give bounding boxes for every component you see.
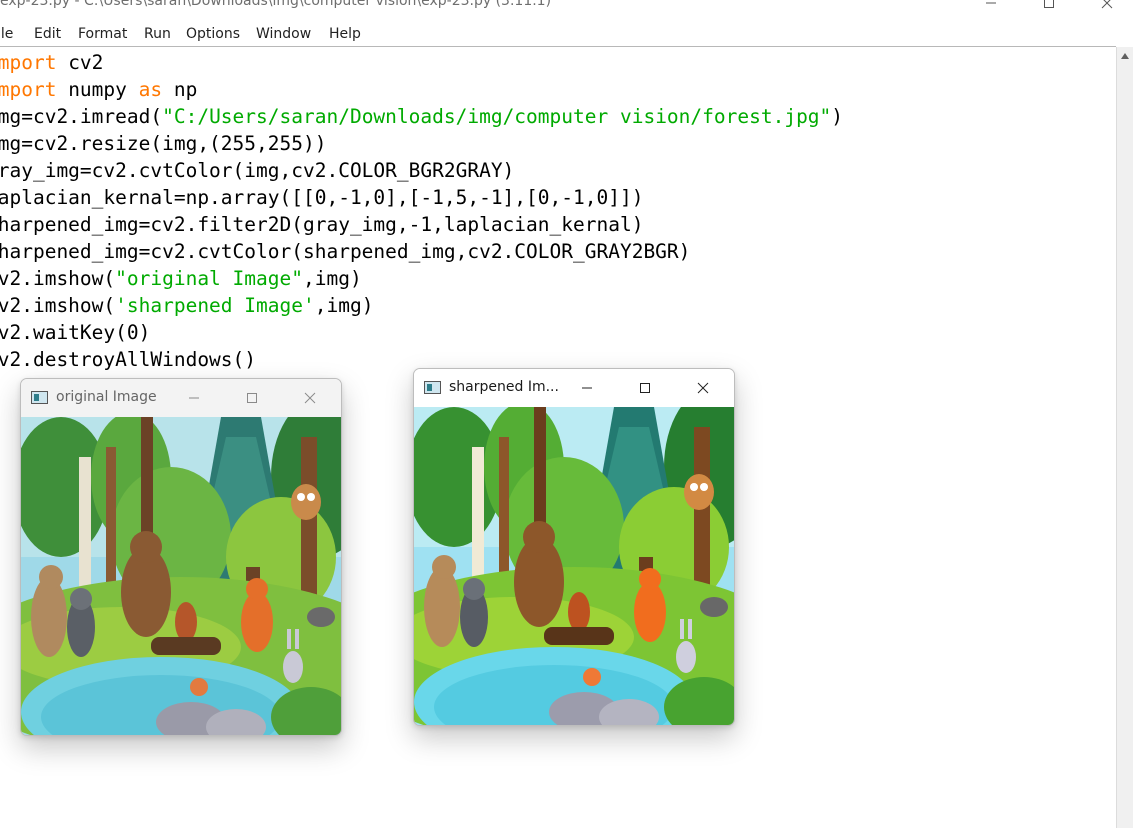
maximize-icon bbox=[1044, 0, 1054, 8]
code-line[interactable]: laplacian_kernal=np.array([[0,-1,0],[-1,… bbox=[0, 184, 643, 211]
code-token: ,img) bbox=[314, 294, 374, 317]
original-window-title: original Image bbox=[56, 389, 157, 405]
code-token: cv2 bbox=[56, 51, 104, 74]
string-token: "original Image" bbox=[115, 267, 303, 290]
string-token: 'sharpened Image' bbox=[115, 294, 315, 317]
code-token: ,img) bbox=[302, 267, 362, 290]
scroll-up-arrow-icon[interactable] bbox=[1121, 53, 1129, 59]
code-token: numpy bbox=[56, 78, 139, 101]
code-token: laplacian_kernal=np.array([[0,-1,0],[-1,… bbox=[0, 186, 644, 209]
original-minimize-button[interactable] bbox=[165, 379, 223, 417]
menu-bar: ile Edit Format Run Options Window Help bbox=[0, 24, 1133, 46]
opencv-window-icon bbox=[424, 381, 441, 394]
menu-format[interactable]: Format bbox=[78, 26, 127, 42]
menu-file[interactable]: ile bbox=[0, 26, 13, 42]
code-line[interactable]: sharpened_img=cv2.cvtColor(sharpened_img… bbox=[0, 238, 690, 265]
code-line[interactable]: cv2.destroyAllWindows() bbox=[0, 346, 256, 373]
code-token: img=cv2.imread( bbox=[0, 105, 163, 128]
minimize-button[interactable] bbox=[968, 0, 1014, 14]
window-title: exp-23.py - C:\Users\saran\Downloads\img… bbox=[0, 0, 552, 9]
forest-image bbox=[21, 417, 341, 735]
sharpened-maximize-button[interactable] bbox=[616, 369, 674, 407]
close-icon bbox=[304, 392, 316, 404]
maximize-icon bbox=[640, 383, 650, 393]
code-token: sharpened_img=cv2.cvtColor(sharpened_img… bbox=[0, 240, 691, 263]
code-token: np bbox=[162, 78, 198, 101]
minimize-icon bbox=[582, 387, 592, 389]
keyword-token: import bbox=[0, 51, 57, 74]
close-icon bbox=[697, 382, 709, 394]
close-icon bbox=[1101, 0, 1113, 9]
menu-divider bbox=[0, 46, 1116, 47]
menu-options[interactable]: Options bbox=[186, 26, 240, 42]
menu-edit[interactable]: Edit bbox=[34, 26, 61, 42]
forest-image bbox=[414, 407, 734, 725]
code-token: ) bbox=[831, 105, 844, 128]
code-line[interactable]: cv2.waitKey(0) bbox=[0, 319, 150, 346]
menu-run[interactable]: Run bbox=[144, 26, 171, 42]
original-image-window[interactable]: original Image bbox=[20, 378, 342, 736]
vertical-scrollbar[interactable] bbox=[1116, 47, 1133, 828]
menu-window[interactable]: Window bbox=[256, 26, 311, 42]
original-window-titlebar[interactable]: original Image bbox=[21, 379, 341, 417]
close-button[interactable] bbox=[1084, 0, 1130, 14]
keyword-token: as bbox=[138, 78, 163, 101]
opencv-window-icon bbox=[31, 391, 48, 404]
code-line[interactable]: img=cv2.imread("C:/Users/saran/Downloads… bbox=[0, 103, 843, 130]
minimize-icon bbox=[986, 2, 996, 4]
code-line[interactable]: cv2.imshow("original Image",img) bbox=[0, 265, 362, 292]
code-token: cv2.destroyAllWindows() bbox=[0, 348, 257, 371]
maximize-button[interactable] bbox=[1026, 0, 1072, 14]
sharpened-window-title: sharpened Im... bbox=[449, 379, 559, 395]
code-token: cv2.waitKey(0) bbox=[0, 321, 151, 344]
original-close-button[interactable] bbox=[281, 379, 339, 417]
code-token: cv2.imshow( bbox=[0, 294, 116, 317]
original-maximize-button[interactable] bbox=[223, 379, 281, 417]
code-token: img=cv2.resize(img,(255,255)) bbox=[0, 132, 327, 155]
code-line[interactable]: import numpy as np bbox=[0, 76, 197, 103]
string-token: "C:/Users/saran/Downloads/img/computer v… bbox=[162, 105, 832, 128]
code-line[interactable]: gray_img=cv2.cvtColor(img,cv2.COLOR_BGR2… bbox=[0, 157, 514, 184]
sharpened-image-window[interactable]: sharpened Im... bbox=[413, 368, 735, 726]
code-line[interactable]: cv2.imshow('sharpened Image',img) bbox=[0, 292, 373, 319]
code-token: gray_img=cv2.cvtColor(img,cv2.COLOR_BGR2… bbox=[0, 159, 515, 182]
code-token: sharpened_img=cv2.filter2D(gray_img,-1,l… bbox=[0, 213, 644, 236]
sharpened-minimize-button[interactable] bbox=[558, 369, 616, 407]
minimize-icon bbox=[189, 397, 199, 399]
title-bar: exp-23.py - C:\Users\saran\Downloads\img… bbox=[0, 0, 1133, 20]
sharpened-window-titlebar[interactable]: sharpened Im... bbox=[414, 369, 734, 407]
original-image-canvas bbox=[21, 417, 341, 735]
keyword-token: import bbox=[0, 78, 57, 101]
menu-help[interactable]: Help bbox=[329, 26, 361, 42]
code-line[interactable]: img=cv2.resize(img,(255,255)) bbox=[0, 130, 326, 157]
maximize-icon bbox=[247, 393, 257, 403]
sharpened-close-button[interactable] bbox=[674, 369, 732, 407]
sharpened-image-canvas bbox=[414, 407, 734, 725]
code-token: cv2.imshow( bbox=[0, 267, 116, 290]
code-line[interactable]: sharpened_img=cv2.filter2D(gray_img,-1,l… bbox=[0, 211, 643, 238]
code-line[interactable]: import cv2 bbox=[0, 49, 103, 76]
